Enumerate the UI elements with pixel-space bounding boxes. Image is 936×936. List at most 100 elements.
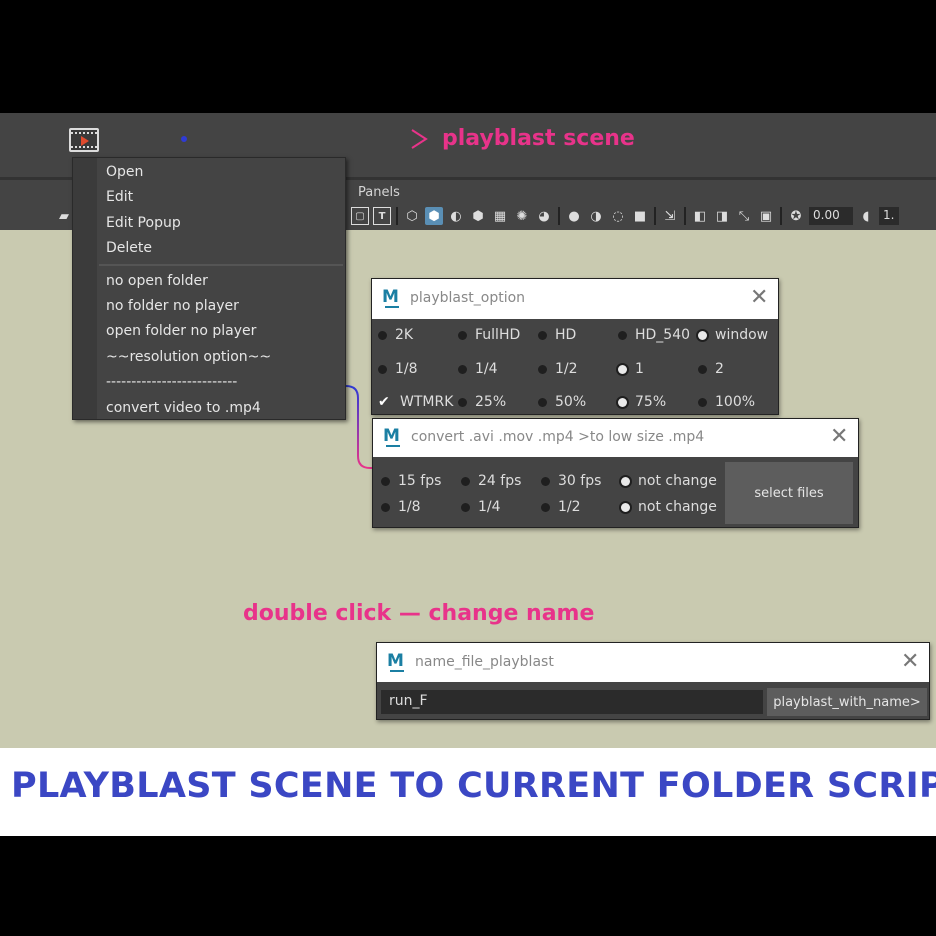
resolution-option[interactable]: 1/8	[378, 361, 418, 377]
resolution-option[interactable]: HD_540	[618, 327, 690, 343]
option-label: WTMRK	[400, 394, 454, 410]
playblast-film-icon[interactable]	[69, 128, 99, 152]
radio-button[interactable]	[381, 476, 390, 486]
grid-icon[interactable]: ▣	[757, 207, 775, 225]
convert-option[interactable]: 15 fps	[381, 473, 441, 489]
convert-option[interactable]: 1/4	[461, 499, 501, 515]
exposure-icon[interactable]: ✪	[787, 207, 805, 225]
resolution-option[interactable]: 2K	[378, 327, 413, 343]
resolution-option[interactable]: 100%	[698, 394, 755, 410]
menu-item-no-open-folder[interactable]: no open folder	[106, 273, 208, 289]
window-titlebar[interactable]: M name_file_playblast ✕	[377, 643, 929, 682]
convert-option[interactable]: 24 fps	[461, 473, 521, 489]
menu-divider	[99, 264, 343, 266]
playblast-with-name-button[interactable]: playblast_with_name>	[767, 688, 927, 716]
close-icon[interactable]: ✕	[830, 426, 848, 448]
select-files-button[interactable]: select files	[725, 462, 853, 524]
gamma-icon[interactable]: ◖	[857, 207, 875, 225]
playblast-context-menu: Open Edit Edit Popup Delete no open fold…	[72, 157, 346, 420]
radio-button[interactable]	[541, 476, 550, 486]
resolution-option[interactable]: 2	[698, 361, 724, 377]
convert-option[interactable]: not change	[621, 473, 717, 489]
motion-blur-icon[interactable]: ◑	[587, 207, 605, 225]
resolution-option[interactable]: 50%	[538, 394, 586, 410]
radio-button[interactable]	[458, 364, 467, 374]
text-icon[interactable]: T	[373, 207, 391, 225]
radio-button[interactable]	[698, 330, 707, 340]
radio-button[interactable]	[458, 330, 467, 340]
window-titlebar[interactable]: M convert .avi .mov .mp4 >to low size .m…	[373, 419, 858, 457]
close-icon[interactable]: ✕	[750, 287, 768, 309]
half-shaded-icon[interactable]: ◐	[447, 207, 465, 225]
convert-option[interactable]: not change	[621, 499, 717, 515]
radio-button[interactable]	[621, 476, 630, 486]
radio-button[interactable]	[538, 397, 547, 407]
light-icon[interactable]: ✺	[513, 207, 531, 225]
option-label: 75%	[635, 394, 667, 410]
menu-item-resolution-option[interactable]: ~~resolution option~~	[106, 349, 271, 365]
menu-item-edit-popup[interactable]: Edit Popup	[106, 215, 181, 231]
radio-button[interactable]	[461, 476, 470, 486]
camera-icon[interactable]: ▰	[55, 207, 73, 225]
close-icon[interactable]: ✕	[901, 651, 919, 673]
resolution-option[interactable]: 1/4	[458, 361, 498, 377]
convert-option[interactable]: 30 fps	[541, 473, 601, 489]
resolution-option[interactable]: window	[698, 327, 768, 343]
resolution-option[interactable]: 1/2	[538, 361, 578, 377]
resolution-option[interactable]: FullHD	[458, 327, 520, 343]
radio-button[interactable]	[378, 330, 387, 340]
menu-item-edit[interactable]: Edit	[106, 189, 133, 205]
radio-button[interactable]	[538, 330, 547, 340]
gate-icon[interactable]: ■	[631, 207, 649, 225]
radio-button[interactable]	[541, 502, 550, 512]
resolution-option[interactable]: HD	[538, 327, 576, 343]
resolution-option[interactable]: ✔ WTMRK	[378, 394, 453, 410]
resolution-option[interactable]: 25%	[458, 394, 506, 410]
select-icon[interactable]: ⇲	[661, 207, 679, 225]
radio-button[interactable]	[461, 502, 470, 512]
radio-button[interactable]	[698, 397, 707, 407]
window-titlebar[interactable]: M playblast_option ✕	[372, 279, 778, 319]
option-label: HD	[555, 327, 577, 343]
radio-button[interactable]	[618, 397, 627, 407]
radio-button[interactable]	[618, 364, 627, 374]
file-name-input[interactable]: run_F	[381, 690, 763, 714]
radio-button[interactable]	[698, 364, 707, 374]
ambient-occlusion-icon[interactable]: ●	[565, 207, 583, 225]
resolution-option[interactable]: 1	[618, 361, 644, 377]
radio-button[interactable]	[618, 330, 627, 340]
panels-menu[interactable]: Panels	[358, 185, 400, 200]
xray-icon[interactable]: ◨	[713, 207, 731, 225]
option-label: not change	[638, 499, 717, 515]
antialias-icon[interactable]: ◌	[609, 207, 627, 225]
frame-icon[interactable]: ▢	[351, 207, 369, 225]
textured-cube-icon[interactable]: ⬢	[469, 207, 487, 225]
option-label: window	[715, 327, 769, 343]
exposure-field[interactable]: 0.00	[809, 207, 853, 225]
convert-option[interactable]: 1/8	[381, 499, 421, 515]
checkbox-icon[interactable]: ✔	[378, 395, 392, 409]
menu-item-open-folder-no-player[interactable]: open folder no player	[106, 323, 256, 339]
option-label: 24 fps	[478, 473, 522, 489]
menu-item-no-folder-no-player[interactable]: no folder no player	[106, 298, 239, 314]
gamma-field[interactable]: 1.	[879, 207, 899, 225]
shaded-cube-icon[interactable]: ⬢	[425, 207, 443, 225]
menu-item-delete[interactable]: Delete	[106, 240, 152, 256]
radio-button[interactable]	[378, 364, 387, 374]
option-label: 50%	[555, 394, 587, 410]
radio-button[interactable]	[381, 502, 390, 512]
radio-button[interactable]	[458, 397, 467, 407]
shadow-icon[interactable]: ◕	[535, 207, 553, 225]
radio-button[interactable]	[538, 364, 547, 374]
option-label: 25%	[475, 394, 507, 410]
isolate-icon[interactable]: ◧	[691, 207, 709, 225]
resize-icon[interactable]: ⤡	[735, 207, 753, 225]
menu-item-convert-video[interactable]: convert video to .mp4	[106, 400, 261, 416]
wireframe-cube-icon[interactable]: ⬡	[403, 207, 421, 225]
radio-button[interactable]	[621, 502, 630, 512]
checker-icon[interactable]: ▦	[491, 207, 509, 225]
resolution-option[interactable]: 75%	[618, 394, 666, 410]
convert-window: M convert .avi .mov .mp4 >to low size .m…	[372, 418, 859, 528]
menu-item-open[interactable]: Open	[106, 164, 143, 180]
convert-option[interactable]: 1/2	[541, 499, 581, 515]
